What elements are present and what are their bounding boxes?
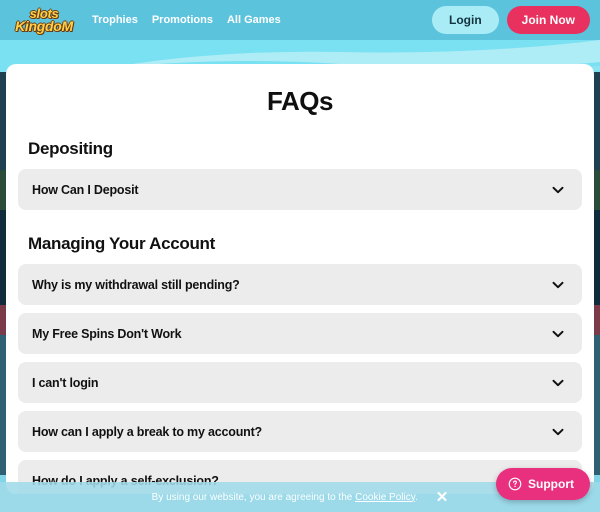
support-button[interactable]: Support (496, 468, 590, 500)
logo-text-kingdom: KingdoM (15, 18, 73, 34)
page-title: FAQs (267, 86, 333, 116)
faq-item[interactable]: How Can I Deposit (18, 169, 582, 210)
section-heading-depositing: Depositing (28, 139, 113, 158)
nav-link-all-games[interactable]: All Games (227, 14, 281, 26)
faq-question: I can't login (32, 375, 99, 390)
faq-question: My Free Spins Don't Work (32, 326, 182, 341)
cookie-message: By using our website, you are agreeing t… (152, 492, 418, 503)
join-now-button[interactable]: Join Now (506, 6, 590, 34)
page-root: slots KingdoM Trophies Promotions All Ga… (0, 0, 600, 512)
faq-item[interactable]: How can I apply a break to my account? (18, 411, 582, 452)
question-circle-icon (508, 477, 522, 491)
support-button-label: Support (528, 477, 574, 491)
faq-card: FAQs Depositing How Can I Deposit Managi… (6, 64, 594, 494)
primary-nav: Trophies Promotions All Games (92, 14, 281, 26)
close-icon[interactable]: ✕ (436, 490, 449, 505)
account-actions: Login Join Now (432, 6, 590, 34)
chevron-down-icon[interactable] (550, 375, 566, 391)
site-logo[interactable]: slots KingdoM (8, 3, 80, 37)
faq-question: Why is my withdrawal still pending? (32, 277, 240, 292)
chevron-down-icon[interactable] (550, 182, 566, 198)
faq-question: How can I apply a break to my account? (32, 424, 262, 439)
faq-item[interactable]: Why is my withdrawal still pending? (18, 264, 582, 305)
login-button[interactable]: Login (432, 6, 499, 34)
cookie-message-text: By using our website, you are agreeing t… (151, 491, 356, 503)
faq-question: How Can I Deposit (32, 182, 139, 197)
nav-link-trophies[interactable]: Trophies (92, 14, 138, 26)
chevron-down-icon[interactable] (550, 326, 566, 342)
faq-item[interactable]: My Free Spins Don't Work (18, 313, 582, 354)
top-navigation-bar: slots KingdoM Trophies Promotions All Ga… (0, 0, 600, 40)
cookie-message-suffix: . (414, 491, 418, 503)
chevron-down-icon[interactable] (550, 277, 566, 293)
faq-item[interactable]: I can't login (18, 362, 582, 403)
cookie-policy-link[interactable]: Cookie Policy (355, 492, 415, 503)
nav-link-promotions[interactable]: Promotions (152, 14, 213, 26)
chevron-down-icon[interactable] (550, 424, 566, 440)
section-heading-managing-your-account: Managing Your Account (28, 234, 216, 253)
